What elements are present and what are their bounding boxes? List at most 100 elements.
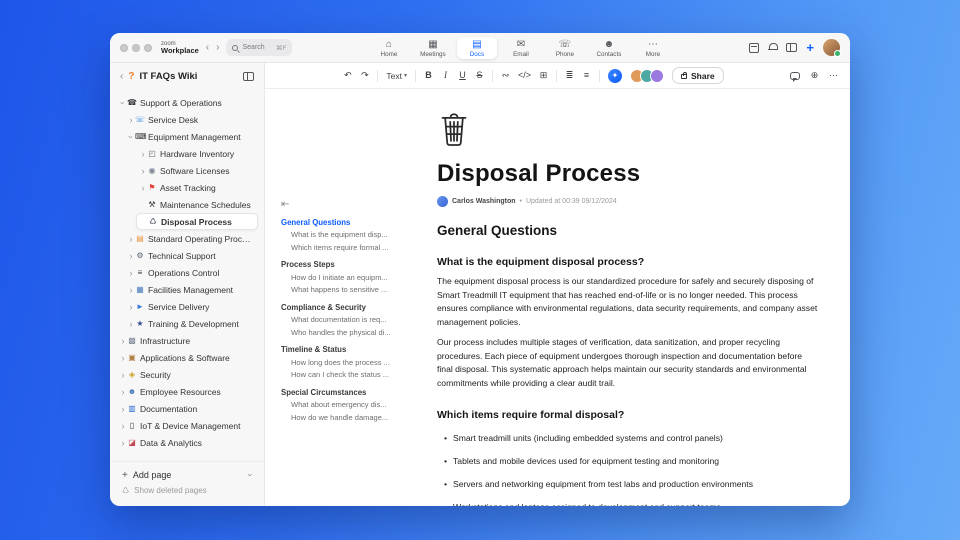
underline-button[interactable]: U — [458, 71, 467, 80]
chevron-icon[interactable] — [139, 183, 147, 193]
strikethrough-button[interactable]: S — [475, 71, 484, 80]
close-window-button[interactable] — [120, 43, 128, 52]
tree-item[interactable]: ▦ Facilities Management — [124, 281, 258, 298]
sidebar-back-button[interactable]: ‹ — [120, 71, 123, 82]
add-button[interactable]: + — [806, 41, 814, 54]
toc-entry[interactable]: General Questions — [281, 216, 409, 229]
toc-entry[interactable]: What documentation is req... — [281, 314, 409, 327]
chevron-icon[interactable] — [127, 302, 135, 312]
show-deleted-pages-button[interactable]: ♺ Show deleted pages — [118, 483, 256, 497]
italic-button[interactable]: I — [441, 71, 450, 80]
toc-collapse-icon[interactable]: ⇤ — [281, 199, 409, 210]
toc-entry[interactable]: What happens to sensitive ... — [281, 284, 409, 297]
tree-item[interactable]: ♺ Disposal Process — [136, 213, 258, 230]
ai-companion-button[interactable]: ✦ — [608, 68, 622, 83]
tab-home[interactable]: ⌂ Home — [369, 37, 409, 59]
chevron-icon[interactable] — [127, 285, 135, 295]
document-block[interactable]: General Questions — [437, 223, 826, 238]
tree-item[interactable]: ☎ Support & Operations — [116, 94, 258, 111]
share-button[interactable]: Share — [672, 67, 724, 84]
more-icon[interactable]: ⋯ — [829, 71, 838, 80]
tab-meetings[interactable]: ▦ Meetings — [413, 37, 453, 59]
globe-icon[interactable]: ⊕ — [810, 71, 819, 80]
chevron-icon[interactable] — [127, 251, 135, 261]
document-block[interactable]: Smart treadmill units (including embedde… — [443, 432, 815, 444]
link-icon[interactable]: ∾ — [501, 71, 510, 80]
tree-item[interactable]: ▩ Infrastructure — [116, 332, 258, 349]
chevron-icon[interactable] — [119, 387, 127, 397]
add-page-button[interactable]: + Add page › — [118, 467, 256, 483]
tree-item[interactable]: ▯ IoT & Device Management — [116, 417, 258, 434]
tab-phone[interactable]: ☏ Phone — [545, 37, 585, 59]
comment-icon[interactable] — [790, 71, 800, 82]
toc-entry[interactable]: What about emergency dis... — [281, 399, 409, 412]
toc-entry[interactable]: Which items require formal ... — [281, 241, 409, 254]
tree-item[interactable]: ☻ Employee Resources — [116, 383, 258, 400]
tree-item[interactable]: ⚙ Technical Support — [124, 247, 258, 264]
tab-docs[interactable]: ▤ Docs — [456, 36, 497, 59]
chevron-icon[interactable] — [139, 166, 147, 176]
tab-email[interactable]: ✉ Email — [501, 37, 541, 59]
toc-entry[interactable]: Special Circumstances — [281, 386, 409, 399]
redo-button[interactable]: ↷ — [360, 71, 369, 80]
toc-entry[interactable]: What is the equipment disp... — [281, 229, 409, 242]
tree-item[interactable]: ≡ Operations Control — [124, 264, 258, 281]
chevron-icon[interactable] — [127, 319, 135, 329]
chevron-icon[interactable] — [126, 133, 136, 141]
tree-item[interactable]: ◉ Software Licenses — [136, 162, 258, 179]
tree-item[interactable]: ▣ Applications & Software — [116, 349, 258, 366]
tab-contacts[interactable]: ☻ Contacts — [589, 37, 629, 59]
toc-entry[interactable]: How do I initiate an equipm... — [281, 271, 409, 284]
bold-button[interactable]: B — [424, 71, 433, 80]
chevron-icon[interactable] — [119, 404, 127, 414]
bullet-list-icon[interactable]: ≣ — [565, 71, 574, 80]
tree-item[interactable]: ⚒ Maintenance Schedules — [136, 196, 258, 213]
sidebar-collapse-icon[interactable] — [243, 72, 254, 81]
chevron-down-icon[interactable]: › — [246, 474, 256, 477]
minimize-window-button[interactable] — [132, 43, 140, 52]
tree-item[interactable]: ▥ Documentation — [116, 400, 258, 417]
tree-item[interactable]: ☏ Service Desk — [124, 111, 258, 128]
code-icon[interactable]: </> — [518, 71, 531, 80]
chevron-icon[interactable] — [127, 268, 135, 278]
tab-more[interactable]: ⋯ More — [633, 37, 673, 59]
text-style-dropdown[interactable]: Text ▾ — [386, 71, 407, 81]
document-block[interactable]: Workstations and laptops assigned to dev… — [443, 501, 815, 506]
document[interactable]: Disposal Process Carlos Washington • Upd… — [415, 89, 850, 506]
search-input[interactable]: Search ⌘F — [226, 39, 293, 56]
forward-button[interactable]: › — [216, 42, 219, 53]
avatar[interactable] — [822, 39, 841, 57]
toc-entry[interactable]: How can I check the status ... — [281, 369, 409, 382]
tree-item[interactable]: ⌨ Equipment Management — [124, 128, 258, 145]
toc-entry[interactable]: How do we handle damage... — [281, 411, 409, 424]
chevron-icon[interactable] — [119, 421, 127, 431]
align-icon[interactable]: ≡ — [582, 71, 591, 80]
table-icon[interactable]: ⊞ — [539, 71, 548, 80]
notifications-bell-icon[interactable] — [768, 43, 779, 52]
tree-item[interactable]: ◰ Hardware Inventory — [136, 145, 258, 162]
document-block[interactable]: Servers and networking equipment from te… — [443, 478, 815, 490]
toc-entry[interactable]: Who handles the physical di... — [281, 326, 409, 339]
document-block[interactable]: Tablets and mobile devices used for equi… — [443, 455, 815, 467]
chevron-icon[interactable] — [127, 115, 135, 125]
document-block[interactable]: Which items require formal disposal? — [437, 409, 826, 421]
schedule-icon[interactable] — [749, 42, 760, 53]
tree-item[interactable]: ▤ Standard Operating Procedures — [124, 230, 258, 247]
layout-panel-icon[interactable] — [786, 43, 798, 52]
zoom-window-button[interactable] — [144, 43, 152, 52]
undo-button[interactable]: ↶ — [343, 71, 352, 80]
toc-entry[interactable]: How long does the process ... — [281, 356, 409, 369]
tree-item[interactable]: ⚑ Asset Tracking — [136, 179, 258, 196]
chevron-icon[interactable] — [119, 370, 127, 380]
chevron-icon[interactable] — [119, 353, 127, 363]
document-block[interactable]: Our process includes multiple stages of … — [437, 336, 819, 390]
back-button[interactable]: ‹ — [206, 42, 209, 53]
chevron-icon[interactable] — [127, 234, 135, 244]
toc-entry[interactable]: Timeline & Status — [281, 344, 409, 357]
tree-item[interactable]: ► Service Delivery — [124, 298, 258, 315]
toc-entry[interactable]: Compliance & Security — [281, 301, 409, 314]
tree-item[interactable]: ★ Training & Development — [124, 315, 258, 332]
document-block[interactable]: The equipment disposal process is our st… — [437, 275, 819, 329]
document-block[interactable]: What is the equipment disposal process? — [437, 256, 826, 268]
chevron-icon[interactable] — [118, 99, 128, 107]
